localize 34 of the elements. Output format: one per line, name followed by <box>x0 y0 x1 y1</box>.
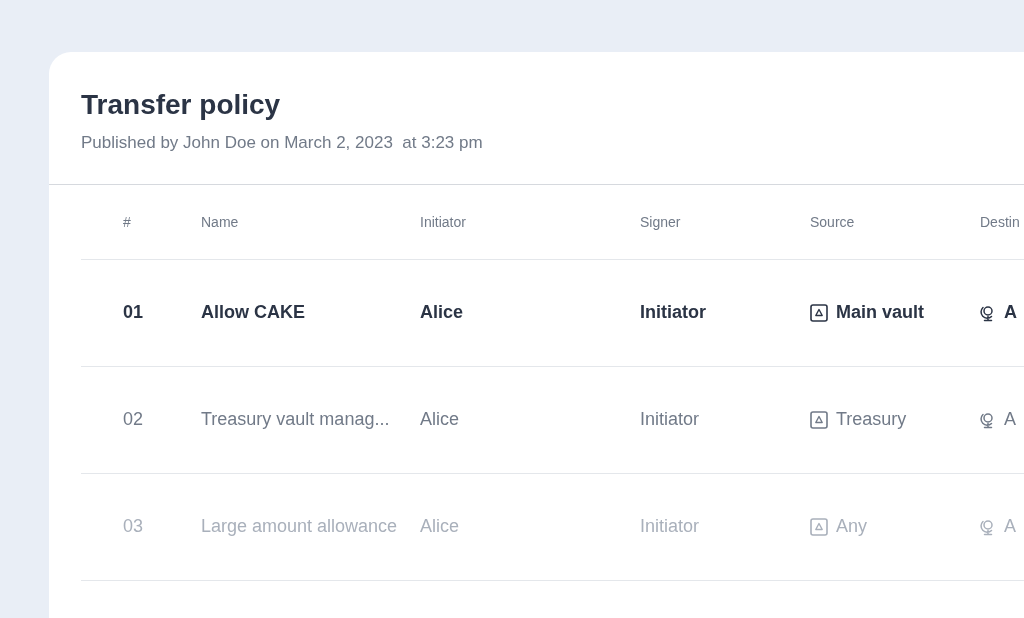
table-cell: 01 <box>123 302 144 322</box>
table-cell: Alice <box>420 409 459 429</box>
policy-row[interactable]: 02 Treasury vault manag... Alice Initiator Treasury A <box>81 366 1024 474</box>
table-cell: 02 <box>123 409 144 429</box>
published-info: Published by John Doe on March 2, 2023 at 3:23 pm <box>81 132 484 154</box>
column-header: Initiator <box>420 213 466 230</box>
table-cell: Initiator <box>640 409 700 429</box>
table-cell-text: A <box>1004 515 1016 538</box>
table-cell-text: Treasury <box>836 408 907 431</box>
table-cell: Initiator <box>640 516 700 536</box>
table-cell: Initiator <box>640 302 706 322</box>
vault-icon <box>810 517 828 536</box>
column-header: Source <box>810 213 855 230</box>
globe-icon <box>980 517 996 536</box>
column-header: Signer <box>640 213 681 230</box>
table-cell: Treasury vault manag... <box>201 409 390 429</box>
table-cell: Large amount allowance <box>201 516 398 536</box>
table-cell-text: A <box>1004 408 1016 431</box>
table-cell: Alice <box>420 302 464 322</box>
table-cell-text: A <box>1004 301 1017 324</box>
vault-icon <box>810 410 828 429</box>
table-cell-text: Main vault <box>836 301 924 324</box>
globe-icon <box>980 410 996 429</box>
column-header: Destin <box>980 213 1020 230</box>
globe-icon <box>980 303 996 322</box>
page-title: Transfer policy <box>81 88 282 122</box>
table-cell: Allow CAKE <box>201 302 305 322</box>
column-header: Name <box>201 213 239 230</box>
table-cell: 03 <box>123 516 144 536</box>
column-header: # <box>123 213 131 230</box>
policy-row[interactable]: 01 Allow CAKE Alice Initiator Main vault A <box>81 259 1024 367</box>
table-cell: Alice <box>420 516 459 536</box>
vault-icon <box>810 303 828 322</box>
table-cell-text: Any <box>836 515 868 538</box>
